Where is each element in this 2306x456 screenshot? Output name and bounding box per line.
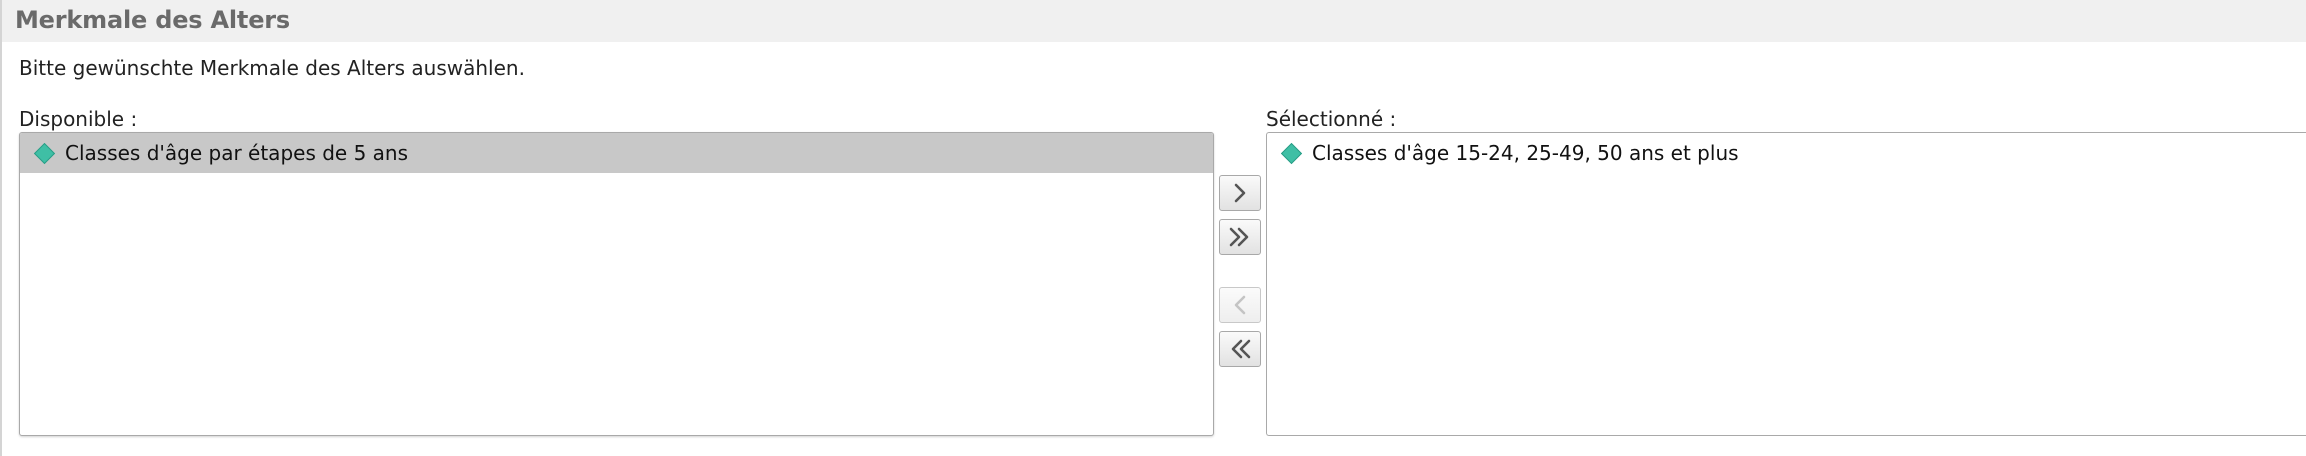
- diamond-icon: [33, 142, 56, 164]
- selected-list-label: Sélectionné :: [1266, 107, 1397, 131]
- available-listbox[interactable]: Classes d'âge par étapes de 5 ans: [19, 132, 1214, 436]
- double-chevron-right-icon: [1229, 227, 1249, 247]
- available-list-item[interactable]: Classes d'âge par étapes de 5 ans: [20, 133, 1213, 173]
- available-list-label: Disponible :: [19, 107, 138, 131]
- available-item-label: Classes d'âge par étapes de 5 ans: [65, 141, 409, 165]
- panel-header: Merkmale des Alters: [2, 0, 2306, 42]
- panel-title: Merkmale des Alters: [15, 6, 290, 34]
- diamond-icon: [1280, 142, 1303, 164]
- instruction-text: Bitte gewünschte Merkmale des Alters aus…: [19, 56, 525, 80]
- remove-all-button[interactable]: [1219, 331, 1261, 367]
- selected-list-item[interactable]: Classes d'âge 15-24, 25-49, 50 ans et pl…: [1267, 133, 2306, 173]
- chevron-left-icon: [1234, 295, 1246, 315]
- selected-listbox[interactable]: Classes d'âge 15-24, 25-49, 50 ans et pl…: [1266, 132, 2306, 436]
- selected-item-label: Classes d'âge 15-24, 25-49, 50 ans et pl…: [1312, 141, 1739, 165]
- age-characteristics-panel: Merkmale des Alters Bitte gewünschte Mer…: [0, 0, 2306, 456]
- double-chevron-left-icon: [1231, 339, 1251, 359]
- add-all-button[interactable]: [1219, 219, 1261, 255]
- remove-selected-button[interactable]: [1219, 287, 1261, 323]
- chevron-right-icon: [1234, 183, 1246, 203]
- add-selected-button[interactable]: [1219, 175, 1261, 211]
